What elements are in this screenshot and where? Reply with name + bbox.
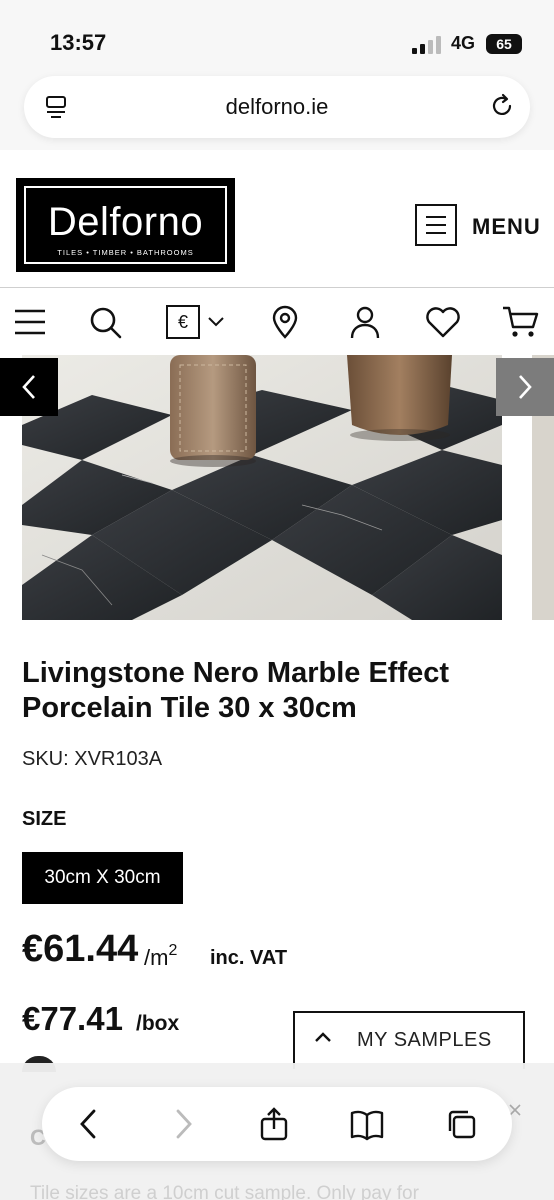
next-image-button[interactable] — [496, 358, 554, 416]
my-samples-button[interactable]: MY SAMPLES — [293, 1011, 525, 1069]
browser-address-area: delforno.ie — [0, 70, 554, 150]
size-heading: SIZE — [22, 808, 67, 830]
arrow-left-icon — [22, 375, 35, 399]
chevron-up-icon — [315, 1032, 331, 1042]
battery-indicator: 65 — [486, 34, 522, 54]
size-option-selected[interactable]: 30cm X 30cm — [22, 852, 183, 904]
arrow-right-icon — [519, 375, 532, 399]
browser-bottom-bar: C Tile sizes are a 10cm cut sample. Only… — [0, 1063, 554, 1200]
currency-symbol: € — [177, 312, 188, 332]
search-icon[interactable] — [88, 305, 122, 339]
status-bar: 13:57 4G 65 — [0, 0, 554, 70]
my-samples-label: MY SAMPLES — [357, 1029, 492, 1051]
location-pin-icon[interactable] — [270, 305, 300, 339]
share-icon[interactable] — [257, 1107, 291, 1141]
currency-selector[interactable]: € — [166, 305, 228, 339]
signal-strength-icon — [412, 34, 442, 54]
network-type: 4G — [451, 33, 476, 53]
price-vat-note: inc. VAT — [210, 947, 288, 969]
menu-icon — [415, 204, 457, 246]
previous-image-button[interactable] — [0, 358, 58, 416]
product-image-carousel[interactable] — [0, 355, 554, 620]
checkerboard-floor-image — [22, 355, 502, 620]
price-per-box: €77.41 — [22, 1000, 123, 1037]
product-title: Livingstone Nero Marble Effect Porcelain… — [22, 657, 450, 724]
cart-icon[interactable] — [502, 305, 540, 339]
logo-tagline: TILES • TIMBER • BATHROOMS — [57, 248, 194, 257]
account-icon[interactable] — [350, 305, 380, 339]
icon-toolbar: € — [0, 289, 554, 355]
logo-name: Delforno — [47, 200, 204, 244]
price-per-m2-unit: /m2 — [144, 942, 178, 970]
bookmarks-icon[interactable] — [350, 1107, 384, 1141]
obscured-description: Tile sizes are a 10cm cut sample. Only p… — [30, 1183, 419, 1200]
url-text[interactable]: delforno.ie — [24, 94, 530, 120]
delforno-logo[interactable]: Delforno TILES • TIMBER • BATHROOMS — [16, 178, 235, 272]
chevron-down-icon — [208, 317, 224, 327]
product-sku: SKU: XVR103A — [22, 748, 163, 770]
forward-icon[interactable] — [166, 1107, 200, 1141]
heart-icon[interactable] — [424, 305, 462, 339]
hamburger-icon[interactable] — [14, 305, 46, 339]
menu-button[interactable]: MENU — [414, 203, 544, 249]
address-bar[interactable]: delforno.ie — [24, 76, 530, 138]
site-header: Delforno TILES • TIMBER • BATHROOMS MENU — [0, 150, 554, 288]
reload-icon[interactable] — [488, 92, 516, 120]
status-time: 13:57 — [50, 30, 107, 55]
browser-nav-pill — [42, 1087, 512, 1161]
product-photo — [22, 355, 502, 620]
currency-icon: € — [166, 305, 200, 339]
tabs-overview-icon[interactable] — [444, 1107, 478, 1141]
price-per-m2: €61.44 — [22, 928, 139, 970]
price-per-box-unit: /box — [136, 1012, 180, 1035]
back-icon[interactable] — [72, 1107, 106, 1141]
menu-label: MENU — [472, 214, 541, 239]
